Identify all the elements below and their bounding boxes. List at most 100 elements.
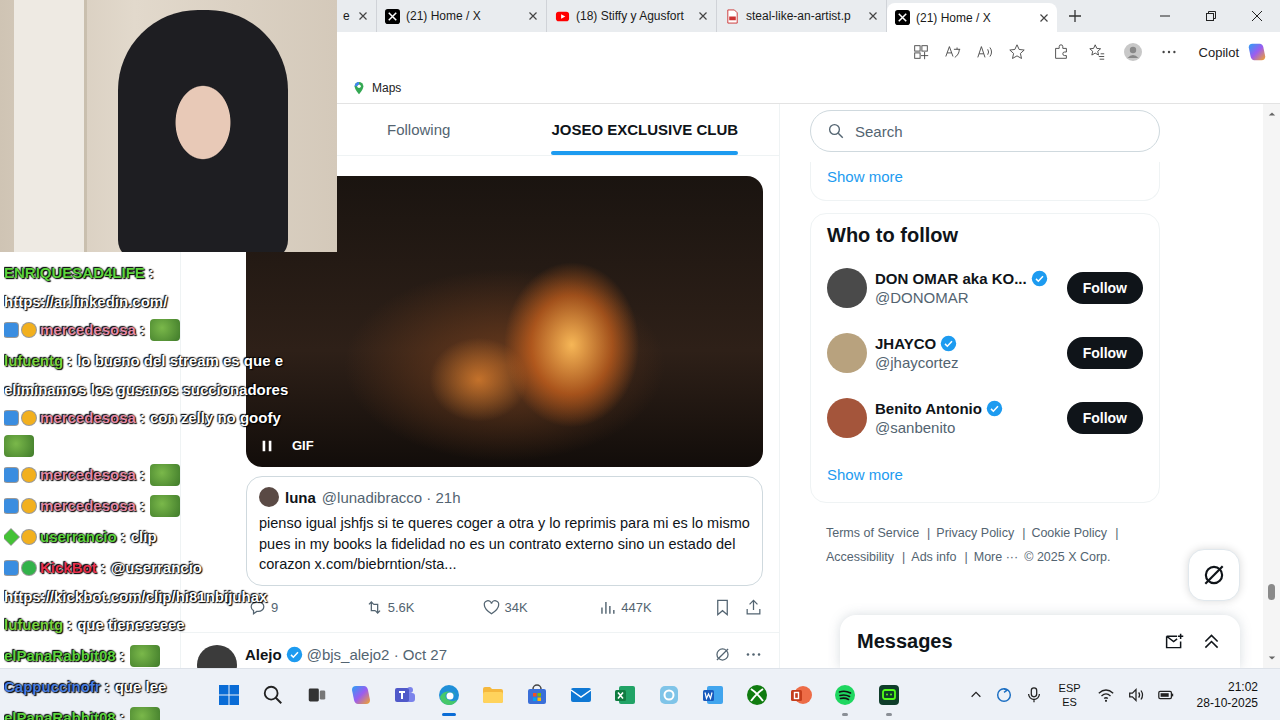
chat-username[interactable]: mercedesosa [40,321,136,338]
chat-username[interactable]: elPanaRabbit08 [4,647,116,664]
chat-username[interactable]: mercedesosa [40,497,136,514]
chat-username[interactable]: elPanaRabbit08 [4,709,116,720]
settings-more-button[interactable] [1151,36,1187,68]
close-icon[interactable] [866,9,880,23]
scrollbar[interactable] [1263,104,1280,668]
follow-button[interactable]: Follow [1067,402,1143,434]
chat-username[interactable]: mercedesosa [40,466,136,483]
kick-taskbar-button[interactable] [867,673,911,717]
chat-username[interactable]: KickBot [40,559,97,576]
share-icon[interactable] [744,598,763,617]
close-icon[interactable] [356,9,370,23]
scroll-up-icon[interactable] [1268,110,1276,118]
post[interactable]: Alejo @bjs_alejo2 · Oct 27 [181,633,779,669]
new-message-icon[interactable] [1164,631,1185,652]
extensions-button[interactable] [1043,36,1079,68]
footer-link[interactable]: Accessibility [826,550,894,564]
store-taskbar-button[interactable] [515,673,559,717]
minimize-button[interactable] [1142,0,1188,32]
sync-app-icon[interactable] [995,686,1013,704]
footer-link[interactable]: Cookie Policy [1031,526,1107,540]
close-icon[interactable] [526,9,540,23]
follow-button[interactable]: Follow [1067,272,1143,304]
chat-username[interactable]: ENRIQUESAD4LIFE [4,264,145,281]
mail-taskbar-button[interactable] [559,673,603,717]
chat-username[interactable]: mercedesosa [40,409,136,426]
microphone-icon[interactable] [1025,686,1043,704]
expand-icon[interactable] [1201,631,1222,652]
browser-tab[interactable]: (18) Stiffy y Agusfort [547,0,717,32]
quoted-post[interactable]: luna @lunadibracco · 21h pienso igual js… [246,476,763,586]
close-icon[interactable] [1037,11,1051,25]
translate-button[interactable] [937,36,969,68]
word-taskbar-button[interactable] [691,673,735,717]
copilot-button[interactable]: Copilot [1187,41,1274,63]
search-taskbar-button[interactable] [251,673,295,717]
avatar[interactable] [827,398,867,438]
avatar[interactable] [827,333,867,373]
scroll-thumb[interactable] [1268,584,1275,600]
favorite-button[interactable] [1001,36,1033,68]
footer-link[interactable]: Terms of Service [826,526,919,540]
show-more-link[interactable]: Show more [827,168,903,185]
avatar[interactable] [259,487,279,507]
battery-icon[interactable] [1157,686,1175,704]
browser-tab[interactable]: e [337,0,377,32]
task-view-taskbar-button[interactable] [295,673,339,717]
footer-link[interactable]: Ads info [911,550,956,564]
edge-taskbar-button[interactable] [427,673,471,717]
chat-username[interactable]: userrancio [40,528,117,545]
search-field[interactable]: Search [810,110,1160,152]
profile-button[interactable] [1115,36,1151,68]
more-icon[interactable] [744,645,763,664]
explorer-taskbar-button[interactable] [471,673,515,717]
pause-icon[interactable] [260,439,274,453]
show-hidden-icons-icon[interactable] [969,688,983,702]
xbox-taskbar-button[interactable] [735,673,779,717]
powerpoint-taskbar-button[interactable] [779,673,823,717]
favorites-button[interactable] [1079,36,1115,68]
browser-tab[interactable]: (21) Home / X [887,3,1057,32]
grok-icon[interactable] [713,645,732,664]
footer-link[interactable]: Privacy Policy [936,526,1014,540]
account-row[interactable]: DON OMAR aka KO... @DONOMAR Follow [811,255,1159,320]
repost-button[interactable]: 5.6K [363,598,480,617]
messages-drawer[interactable]: Messages [840,615,1240,668]
footer-link[interactable]: More ··· [974,550,1018,564]
timeline-tab[interactable]: JOSEO EXCLUSIVE CLUB [535,104,754,155]
author-name[interactable]: Alejo [245,646,282,663]
views-button[interactable]: 447K [596,598,713,617]
follow-button[interactable]: Follow [1067,337,1143,369]
author-name[interactable]: luna [285,489,316,506]
show-more-link[interactable]: Show more [811,450,1159,502]
close-button[interactable] [1234,0,1280,32]
app-available-button[interactable] [905,36,937,68]
read-aloud-button[interactable] [969,36,1001,68]
chat-username[interactable]: lufuentg [4,616,63,633]
app-taskbar-button[interactable] [647,673,691,717]
start-taskbar-button[interactable] [207,673,251,717]
favorite-link[interactable]: Maps [352,81,401,95]
grok-button[interactable] [1188,549,1240,601]
browser-tab[interactable]: steal-like-an-artist.p [717,0,887,32]
account-row[interactable]: JHAYCO @jhaycortez Follow [811,320,1159,385]
scroll-down-icon[interactable] [1268,654,1276,662]
account-row[interactable]: Benito Antonio @sanbenito Follow [811,385,1159,450]
new-tab-button[interactable] [1059,0,1091,32]
copilot-taskbar-button[interactable] [339,673,383,717]
spotify-taskbar-button[interactable] [823,673,867,717]
like-button[interactable]: 34K [480,598,597,617]
wifi-icon[interactable] [1097,686,1115,704]
bookmark-icon[interactable] [713,598,732,617]
clock[interactable]: 21:02 28-10-2025 [1197,679,1258,711]
avatar[interactable] [197,645,237,669]
close-icon[interactable] [696,9,710,23]
chat-username[interactable]: Cappuccinofr [4,678,101,695]
input-language[interactable]: ESPES [1059,681,1081,709]
volume-icon[interactable] [1127,686,1145,704]
avatar[interactable] [827,268,867,308]
timeline-tab[interactable]: Following [371,104,466,155]
browser-tab[interactable]: (21) Home / X [377,0,547,32]
teams-taskbar-button[interactable] [383,673,427,717]
excel-taskbar-button[interactable] [603,673,647,717]
